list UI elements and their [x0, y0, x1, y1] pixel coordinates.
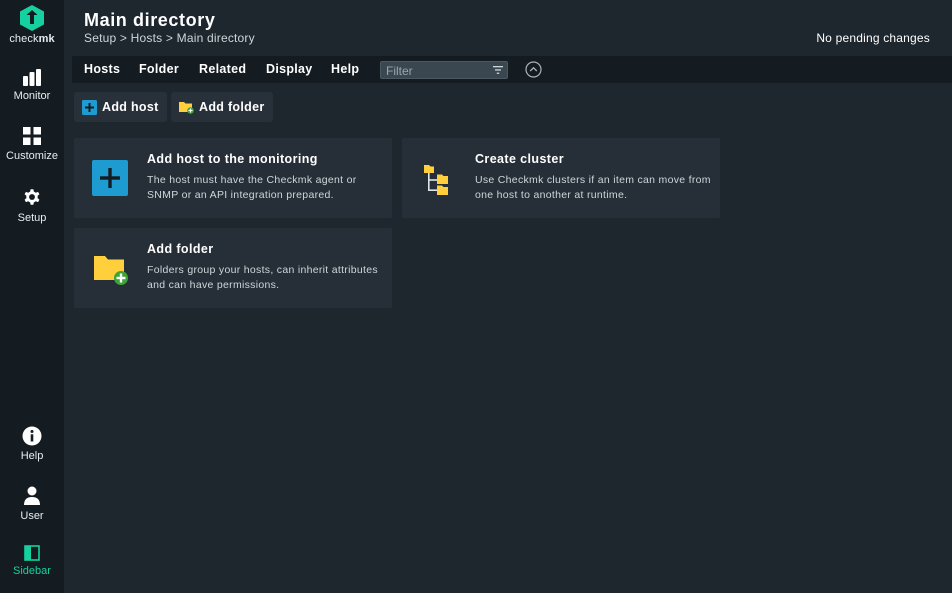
add-host-button[interactable]: Add host [74, 92, 167, 122]
breadcrumb-setup[interactable]: Setup [84, 31, 116, 45]
help-icon [22, 426, 42, 446]
card-description: Folders group your hosts, can inherit at… [147, 264, 378, 291]
main-content: Main directory Setup > Hosts > Main dire… [64, 0, 952, 593]
add-folder-button[interactable]: Add folder [171, 92, 273, 122]
card-add-host[interactable]: Add host to the monitoring The host must… [74, 138, 392, 218]
cluster-icon [424, 165, 448, 195]
monitor-icon [23, 69, 41, 86]
card-create-cluster[interactable]: Create cluster Use Checkmk clusters if a… [402, 138, 720, 218]
nav-setup-label: Setup [17, 212, 47, 224]
card-description: The host must have the Checkmk agent or … [147, 174, 357, 201]
page-menu-bar: Hosts Folder Related Display Help [72, 56, 952, 83]
card-title: Create cluster [475, 152, 564, 166]
nav-customize-label: Customize [6, 150, 58, 162]
menu-help[interactable]: Help [331, 62, 359, 76]
card-title: Add host to the monitoring [147, 152, 318, 166]
nav-help-label: Help [20, 450, 44, 462]
breadcrumb-main-directory[interactable]: Main directory [177, 31, 255, 45]
menu-display[interactable]: Display [266, 62, 313, 76]
card-description: Use Checkmk clusters if an item can move… [475, 174, 711, 201]
nav-customize[interactable]: Customize [0, 126, 64, 162]
main-navigation: checkmk Monitor Customize Setup Help Use… [0, 0, 64, 593]
page-title: Main directory [84, 10, 216, 30]
card-add-folder[interactable]: Add folder Folders group your hosts, can… [74, 228, 392, 308]
breadcrumb: Setup > Hosts > Main directory [84, 31, 255, 45]
checkmk-logo[interactable]: checkmk [0, 4, 64, 54]
collapse-toggle-icon[interactable] [525, 61, 542, 78]
breadcrumb-separator: > [119, 31, 128, 45]
nav-user-label: User [20, 510, 44, 522]
nav-monitor[interactable]: Monitor [0, 68, 64, 102]
nav-help[interactable]: Help [0, 426, 64, 462]
setup-gear-icon [24, 189, 40, 205]
user-icon [24, 486, 40, 505]
add-folder-icon [179, 102, 194, 114]
add-host-icon [82, 99, 97, 115]
add-folder-label: Add folder [199, 100, 265, 114]
filter-input[interactable] [381, 63, 507, 79]
add-folder-icon [94, 256, 128, 285]
logo-text: checkmk [9, 33, 55, 45]
add-host-label: Add host [102, 100, 159, 114]
filter-box [380, 61, 508, 79]
menu-folder[interactable]: Folder [139, 62, 179, 76]
nav-setup[interactable]: Setup [0, 186, 64, 224]
filter-icon[interactable] [493, 65, 503, 75]
nav-sidebar[interactable]: Sidebar [0, 545, 64, 577]
menu-related[interactable]: Related [199, 62, 246, 76]
nav-sidebar-label: Sidebar [13, 565, 51, 577]
pending-changes-status[interactable]: No pending changes [816, 31, 930, 45]
customize-icon [23, 127, 41, 145]
add-host-icon [92, 160, 128, 196]
card-title: Add folder [147, 242, 214, 256]
nav-monitor-label: Monitor [13, 90, 51, 102]
breadcrumb-hosts[interactable]: Hosts [131, 31, 163, 45]
menu-hosts[interactable]: Hosts [84, 62, 120, 76]
sidebar-icon [24, 545, 40, 561]
checkmk-logo-icon [20, 5, 44, 31]
breadcrumb-separator: > [165, 31, 174, 45]
nav-user[interactable]: User [0, 486, 64, 522]
